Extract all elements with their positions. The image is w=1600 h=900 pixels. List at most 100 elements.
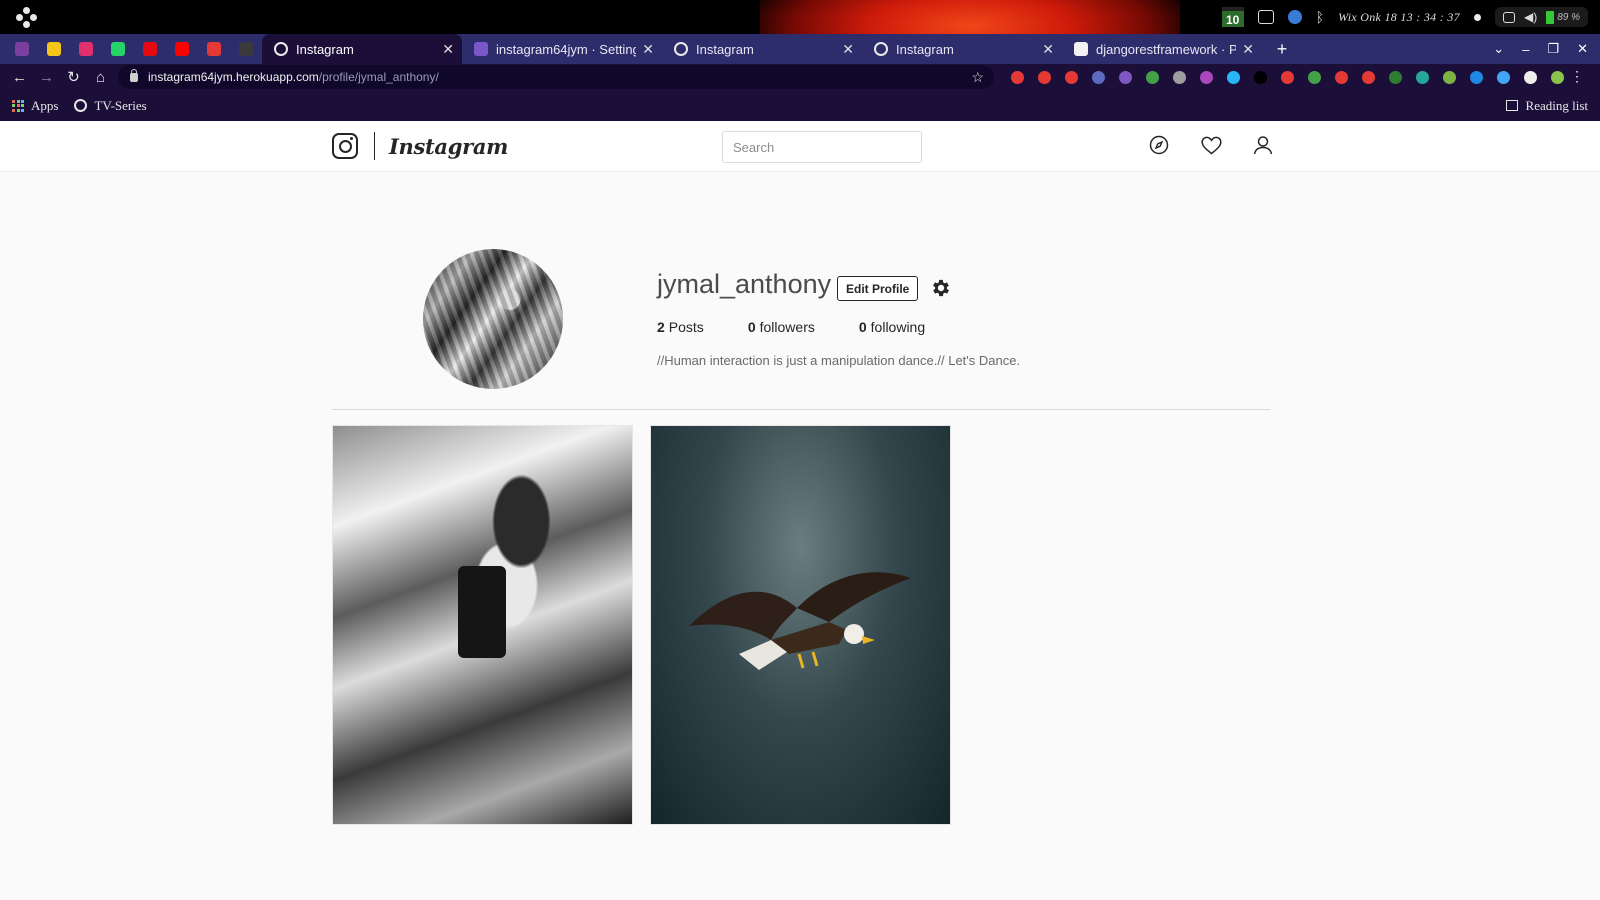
url-path: /profile/jymal_anthony/ bbox=[318, 70, 439, 84]
e-icon bbox=[207, 42, 221, 56]
extension-icon[interactable] bbox=[1116, 68, 1134, 86]
search-input[interactable] bbox=[722, 131, 922, 163]
url-host: instagram64jym.herokuapp.com bbox=[148, 70, 319, 84]
reload-button[interactable]: ↻ bbox=[60, 68, 87, 86]
restore-button[interactable]: ❐ bbox=[1547, 41, 1559, 57]
extension-icon[interactable] bbox=[1440, 68, 1458, 86]
extension-icon[interactable] bbox=[1062, 68, 1080, 86]
post-thumbnail-eagle[interactable] bbox=[650, 425, 951, 825]
extension-icon[interactable] bbox=[1170, 68, 1188, 86]
instagram-logo[interactable]: Instagram bbox=[332, 132, 508, 160]
system-tray[interactable]: ◀) 89 % bbox=[1494, 7, 1588, 27]
instagram-header: Instagram bbox=[0, 121, 1600, 172]
extension-icon[interactable] bbox=[1197, 68, 1215, 86]
apps-grid-icon bbox=[12, 99, 24, 112]
bookmark-apps[interactable]: Apps bbox=[12, 98, 58, 114]
pinned-tab[interactable] bbox=[6, 34, 38, 64]
extension-icon[interactable] bbox=[1386, 68, 1404, 86]
browser-tab[interactable]: Instagram ✕ bbox=[262, 34, 462, 64]
bookmarks-bar: Apps TV-Series Reading list bbox=[0, 90, 1600, 121]
browser-menu-icon[interactable]: ⋮ bbox=[1570, 68, 1584, 85]
browser-tab[interactable]: Instagram ✕ bbox=[662, 34, 862, 64]
pinned-tab[interactable] bbox=[230, 34, 262, 64]
clock: Wix Onk 18 13 : 34 : 37 bbox=[1338, 9, 1460, 24]
pinned-tab[interactable] bbox=[102, 34, 134, 64]
tab-title: Instagram bbox=[696, 41, 754, 57]
os-menu-icon[interactable] bbox=[16, 7, 38, 29]
post-thumbnail-selfie[interactable] bbox=[332, 425, 633, 825]
home-button[interactable]: ⌂ bbox=[87, 69, 114, 86]
stat-label: following bbox=[870, 319, 926, 335]
explore-compass-icon[interactable] bbox=[1148, 134, 1170, 156]
tab-search-icon[interactable]: ⌄ bbox=[1493, 41, 1504, 57]
globe-icon[interactable] bbox=[1287, 10, 1302, 24]
extension-icon[interactable] bbox=[1359, 68, 1377, 86]
volume-icon[interactable]: ◀) bbox=[1524, 10, 1537, 24]
window-icon[interactable] bbox=[1257, 10, 1274, 24]
bookmark-tv-series[interactable]: TV-Series bbox=[74, 98, 147, 114]
browser-tab[interactable]: djangorestframework · PyPI ✕ bbox=[1062, 34, 1262, 64]
stat-posts[interactable]: 2 Posts bbox=[657, 319, 704, 335]
stat-following[interactable]: 0 following bbox=[859, 319, 925, 335]
close-tab-icon[interactable]: ✕ bbox=[1242, 41, 1254, 58]
extension-icon[interactable] bbox=[1008, 68, 1026, 86]
battery-indicator: 89 % bbox=[1546, 10, 1580, 24]
extension-icon[interactable] bbox=[1278, 68, 1296, 86]
close-tab-icon[interactable]: ✕ bbox=[1042, 41, 1054, 58]
extension-icon[interactable] bbox=[1305, 68, 1323, 86]
extension-icon[interactable] bbox=[1521, 68, 1539, 86]
browser-tab[interactable]: Instagram ✕ bbox=[862, 34, 1062, 64]
extension-icon[interactable] bbox=[1413, 68, 1431, 86]
profile-avatar[interactable] bbox=[423, 249, 563, 389]
battery-level: 89 % bbox=[1557, 11, 1580, 23]
forward-button[interactable]: → bbox=[33, 69, 60, 86]
bookmark-star-icon[interactable]: ☆ bbox=[971, 69, 984, 86]
stat-followers[interactable]: 0 followers bbox=[748, 319, 815, 335]
profile-bio: //Human interaction is just a manipulati… bbox=[657, 353, 1021, 368]
eagle-image bbox=[689, 572, 911, 670]
pinned-tab[interactable] bbox=[70, 34, 102, 64]
close-tab-icon[interactable]: ✕ bbox=[642, 41, 654, 58]
new-tab-button[interactable]: + bbox=[1268, 39, 1296, 60]
extension-icon[interactable] bbox=[1035, 68, 1053, 86]
instagram-camera-icon bbox=[332, 133, 358, 159]
extension-icon[interactable] bbox=[1143, 68, 1161, 86]
browser-tab[interactable]: instagram64jym · Settings | ✕ bbox=[462, 34, 662, 64]
back-button[interactable]: ← bbox=[6, 69, 33, 86]
extension-icon[interactable] bbox=[1332, 68, 1350, 86]
close-tab-icon[interactable]: ✕ bbox=[842, 41, 854, 58]
stat-count: 2 bbox=[657, 319, 665, 335]
lock-icon[interactable] bbox=[130, 68, 138, 82]
netflix-icon bbox=[143, 42, 157, 56]
close-tab-icon[interactable]: ✕ bbox=[442, 41, 454, 58]
extension-icon[interactable] bbox=[1224, 68, 1242, 86]
heart-icon[interactable] bbox=[1200, 134, 1222, 156]
github-icon bbox=[239, 42, 253, 56]
profile-user-icon[interactable] bbox=[1252, 134, 1274, 156]
stat-label: followers bbox=[759, 319, 815, 335]
stat-count: 0 bbox=[747, 319, 756, 335]
tab-strip: Instagram✕instagram64jym · Settings |✕In… bbox=[0, 34, 1600, 64]
bluetooth-icon[interactable]: ᛒ bbox=[1316, 9, 1324, 25]
pinned-tab[interactable] bbox=[166, 34, 198, 64]
extension-icon[interactable] bbox=[1548, 68, 1566, 86]
globe-icon bbox=[74, 99, 88, 112]
extension-icon[interactable] bbox=[1251, 68, 1269, 86]
close-window-button[interactable]: ✕ bbox=[1577, 41, 1588, 57]
screen-icon[interactable] bbox=[1502, 11, 1515, 23]
profile-divider bbox=[332, 409, 1270, 410]
pinned-tab[interactable] bbox=[38, 34, 70, 64]
reading-list-button[interactable]: Reading list bbox=[1505, 98, 1588, 114]
settings-gear-icon[interactable] bbox=[930, 277, 952, 299]
pinned-tab[interactable] bbox=[198, 34, 230, 64]
extension-icon[interactable] bbox=[1089, 68, 1107, 86]
instagram-wordmark: Instagram bbox=[389, 133, 509, 159]
edit-profile-button[interactable]: Edit Profile bbox=[837, 276, 919, 301]
extension-icon[interactable] bbox=[1494, 68, 1512, 86]
pinned-tab[interactable] bbox=[134, 34, 166, 64]
extension-icon[interactable] bbox=[1467, 68, 1485, 86]
stat-count: 0 bbox=[858, 319, 867, 335]
calendar-icon[interactable]: 10 bbox=[1221, 7, 1244, 27]
minimize-button[interactable]: – bbox=[1522, 42, 1529, 57]
address-bar[interactable]: instagram64jym.herokuapp.com/profile/jym… bbox=[118, 65, 994, 89]
